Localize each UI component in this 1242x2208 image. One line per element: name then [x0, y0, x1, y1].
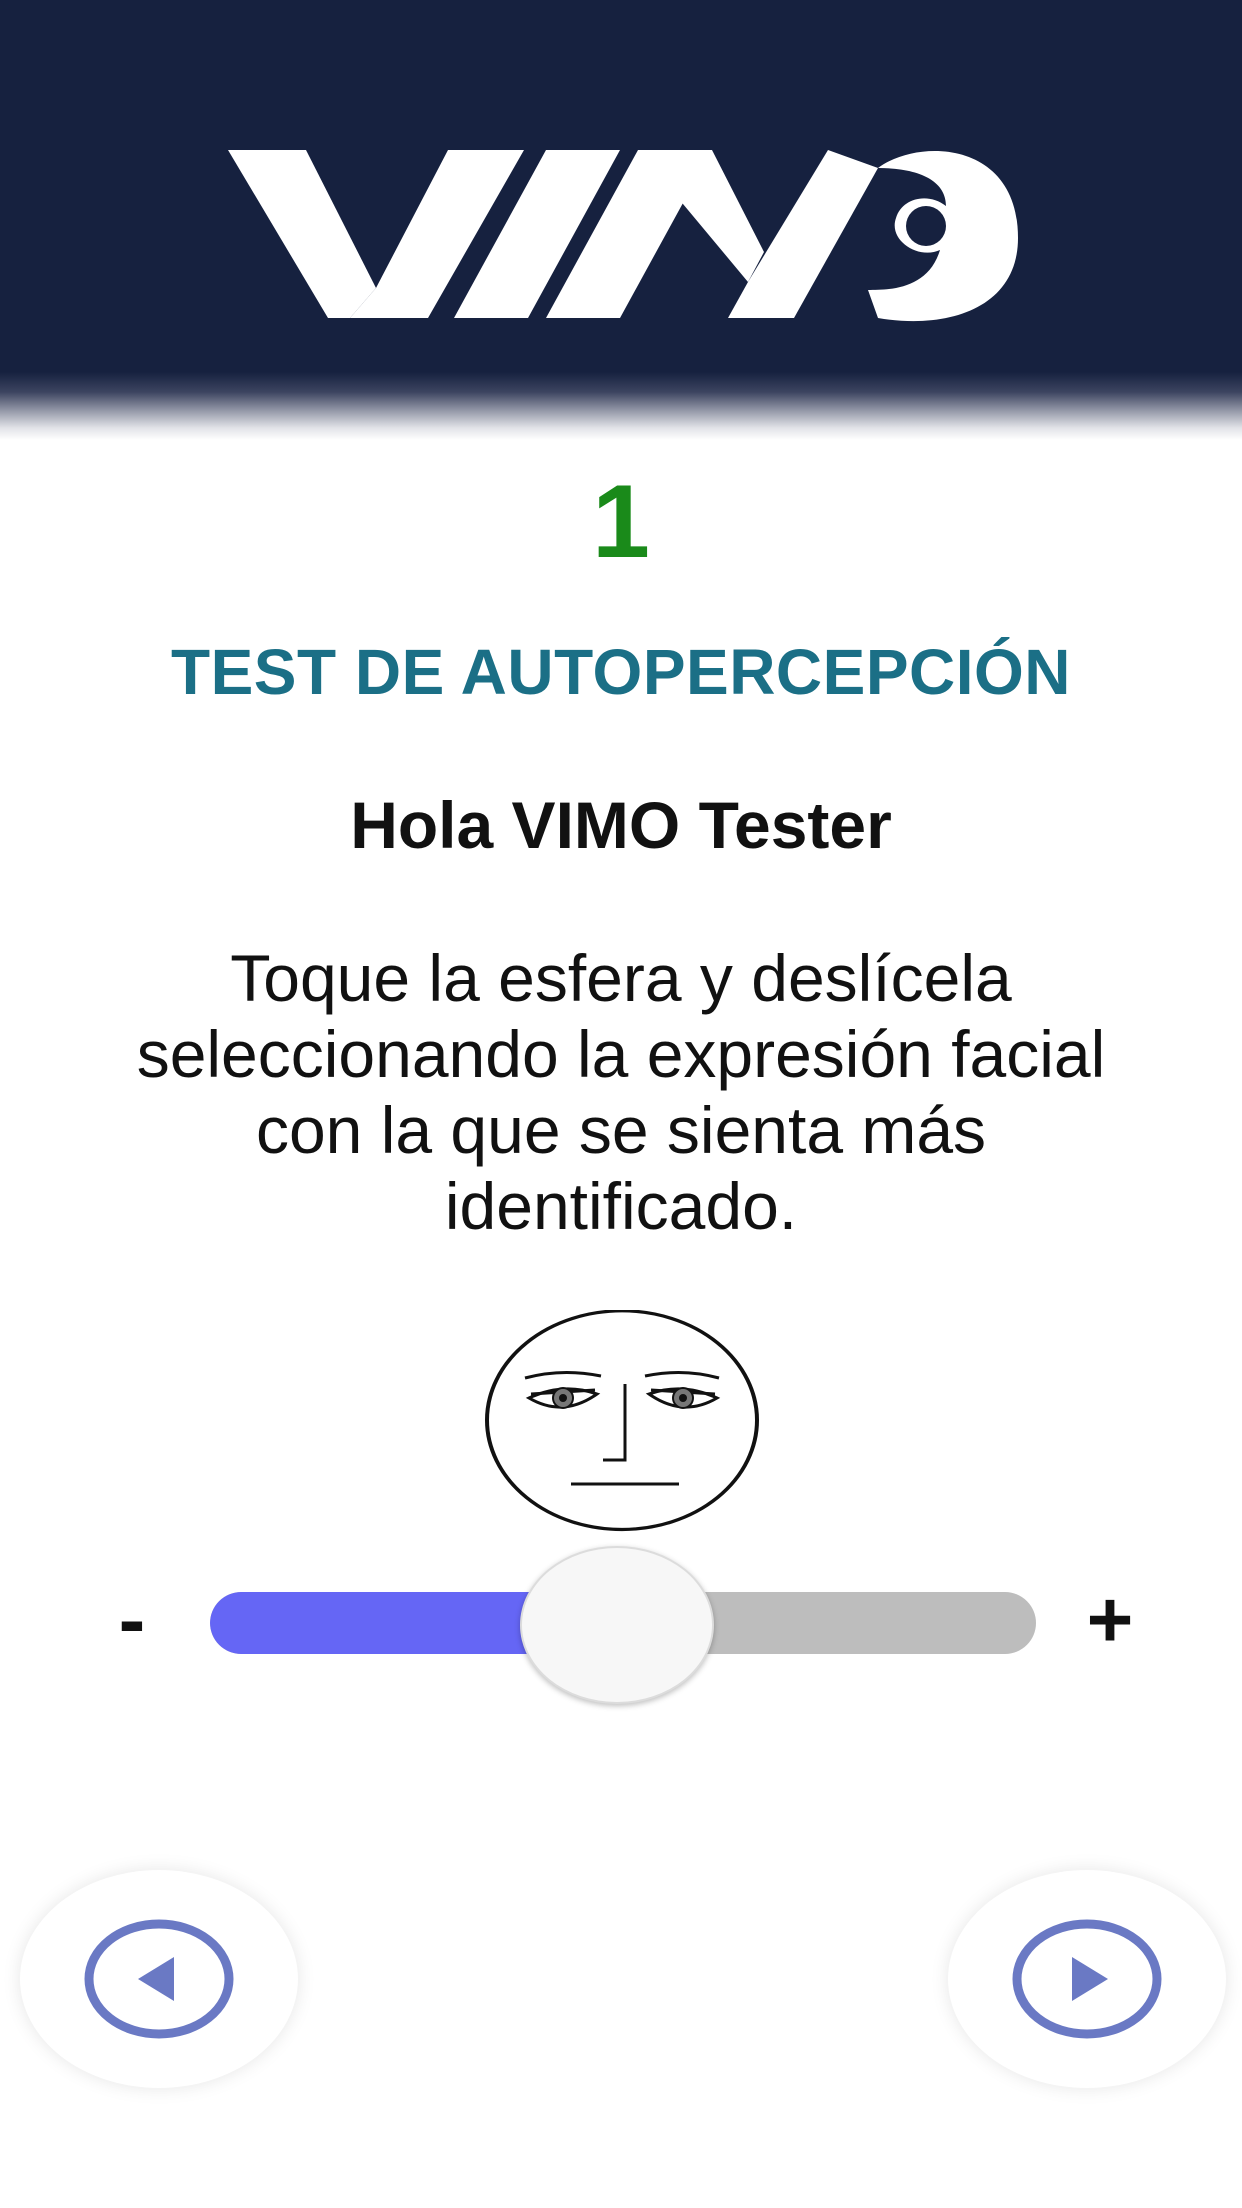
play-left-icon: [84, 1919, 234, 2039]
vimo-logo: [228, 150, 1018, 322]
slider-max-label: +: [1086, 1575, 1134, 1664]
test-title: TEST DE AUTOPERCEPCIÓN: [171, 636, 1071, 708]
next-button[interactable]: [948, 1870, 1226, 2088]
play-right-icon: [1012, 1919, 1162, 2039]
greeting-text: Hola VIMO Tester: [350, 788, 892, 862]
step-number: 1: [592, 464, 650, 580]
app-header: [0, 0, 1242, 440]
slider-thumb[interactable]: [519, 1546, 714, 1704]
slider-min-label: -: [118, 1575, 146, 1664]
neutral-face-icon: [485, 1310, 759, 1532]
previous-button[interactable]: [20, 1870, 298, 2088]
instructions-text: Toque la esfera y deslícela seleccionand…: [136, 941, 1106, 1243]
